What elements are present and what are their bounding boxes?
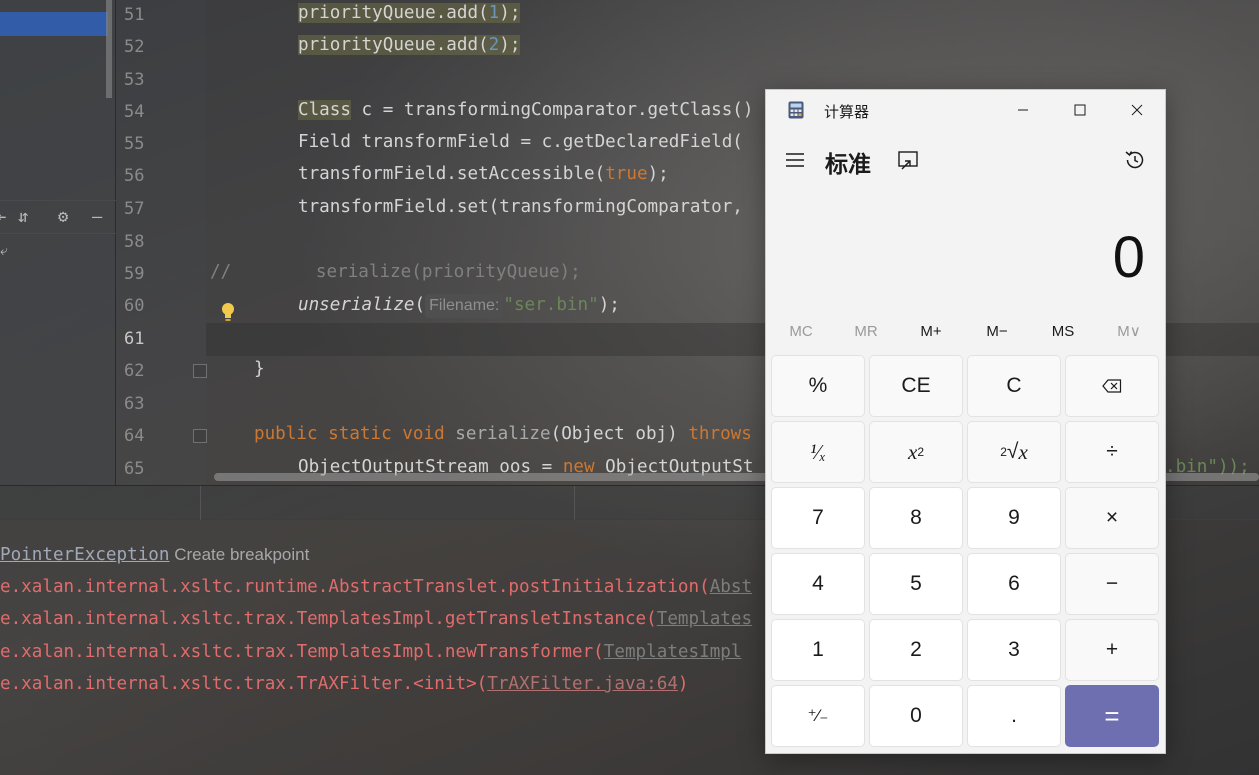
memory-subtract-button[interactable]: M−	[967, 316, 1027, 348]
line-number: 53	[124, 70, 145, 90]
reciprocal-button[interactable]: ¹⁄ₓ	[771, 421, 865, 483]
fold-start-icon[interactable]	[193, 429, 207, 443]
digit-1-button[interactable]: 1	[771, 619, 865, 681]
line-number: 64	[124, 426, 145, 446]
digit-6-button[interactable]: 6	[967, 553, 1061, 615]
digit-7-button[interactable]: 7	[771, 487, 865, 549]
lightbulb-icon[interactable]	[220, 302, 236, 322]
square-button[interactable]: x2	[869, 421, 963, 483]
stack-link[interactable]: Abst	[710, 577, 752, 597]
equals-button[interactable]: =	[1065, 685, 1159, 747]
code-line-54[interactable]: Class c = transformingComparator.getClas…	[298, 100, 753, 120]
console-line-stack: e.xalan.internal.xsltc.trax.TrAXFilter.<…	[0, 674, 689, 694]
backspace-icon	[1102, 379, 1122, 393]
subtract-button[interactable]: −	[1065, 553, 1159, 615]
memory-recall-button[interactable]: MR	[836, 316, 896, 348]
calculator-app-icon	[788, 101, 804, 119]
panel-toolbar: ⇤ ⇵ ⚙ —	[0, 200, 116, 234]
console-line-stack: e.xalan.internal.xsltc.runtime.AbstractT…	[0, 577, 753, 597]
calculator-window: 计算器 标准 0 MC MR M+ M− MS M∨ % CE C ¹⁄ₓ x …	[765, 89, 1166, 754]
panel-scrollbar[interactable]	[106, 0, 112, 98]
parameter-hint: Filename:	[425, 294, 504, 318]
digit-9-button[interactable]: 9	[967, 487, 1061, 549]
memory-clear-button[interactable]: MC	[771, 316, 831, 348]
multiply-button[interactable]: ×	[1065, 487, 1159, 549]
square-icon: x	[907, 439, 918, 464]
code-line-52[interactable]: priorityQueue.add(2);	[298, 35, 521, 55]
backspace-button[interactable]	[1065, 355, 1159, 417]
console-line-stack: e.xalan.internal.xsltc.trax.TemplatesImp…	[0, 609, 753, 629]
stack-link[interactable]: TemplatesImpl	[604, 642, 742, 662]
selected-tree-item[interactable]	[0, 12, 108, 36]
code-line-60[interactable]: unserialize(Filename: "ser.bin");	[298, 294, 620, 318]
decimal-button[interactable]: .	[967, 685, 1061, 747]
gear-icon[interactable]: ⚙	[58, 207, 68, 227]
hamburger-menu-icon[interactable]	[784, 150, 806, 170]
percent-button[interactable]: %	[771, 355, 865, 417]
console-line-stack: e.xalan.internal.xsltc.trax.TemplatesImp…	[0, 642, 742, 662]
collapse-icon[interactable]: ⇤	[0, 207, 6, 227]
memory-row: MC MR M+ M− MS M∨	[771, 316, 1161, 348]
code-line-56[interactable]: transformField.setAccessible(true);	[298, 164, 669, 184]
line-number: 57	[124, 199, 145, 219]
project-panel: ⇤ ⇵ ⚙ — ⤶	[0, 0, 116, 485]
code-line-55[interactable]: Field transformField = c.getDeclaredFiel…	[298, 132, 743, 152]
line-number: 52	[124, 37, 145, 57]
exception-link[interactable]: PointerException	[0, 545, 169, 565]
stack-link[interactable]: Templates	[657, 609, 752, 629]
line-number: 59	[124, 264, 145, 284]
line-number: 61	[124, 329, 145, 349]
negate-button[interactable]: ⁺⁄₋	[771, 685, 865, 747]
window-title: 计算器	[824, 103, 870, 121]
code-line-62[interactable]: }	[254, 359, 265, 379]
maximize-button[interactable]	[1051, 90, 1108, 130]
digit-0-button[interactable]: 0	[869, 685, 963, 747]
line-number: 51	[124, 5, 145, 25]
divide-button[interactable]: ÷	[1065, 421, 1159, 483]
close-button[interactable]	[1108, 90, 1165, 130]
line-number: 65	[124, 459, 145, 479]
minimize-button[interactable]	[994, 90, 1051, 130]
digit-3-button[interactable]: 3	[967, 619, 1061, 681]
digit-8-button[interactable]: 8	[869, 487, 963, 549]
expand-icon[interactable]: ⇵	[18, 207, 28, 227]
line-number: 55	[124, 134, 145, 154]
stack-link[interactable]: TrAXFilter.java:64	[487, 674, 678, 694]
memory-store-button[interactable]: MS	[1033, 316, 1093, 348]
line-number: 62	[124, 361, 145, 381]
line-number: 58	[124, 232, 145, 252]
digit-4-button[interactable]: 4	[771, 553, 865, 615]
fold-end-icon[interactable]	[193, 364, 207, 378]
code-line-51[interactable]: priorityQueue.add(1);	[298, 3, 521, 23]
line-number: 63	[124, 394, 145, 414]
maximize-icon	[1074, 104, 1085, 116]
console-line-exception: PointerException Create breakpoint	[0, 545, 309, 565]
clear-button[interactable]: C	[967, 355, 1061, 417]
keep-on-top-icon[interactable]	[896, 149, 920, 173]
line-number: 54	[124, 102, 145, 122]
code-line-64[interactable]: public static void serialize(Object obj)…	[254, 424, 752, 444]
calculator-header: 标准	[766, 138, 1165, 186]
result-display: 0	[1112, 225, 1145, 290]
close-icon	[1131, 104, 1142, 116]
code-line-59[interactable]: // serialize(priorityQueue);	[210, 262, 581, 282]
clear-entry-button[interactable]: CE	[869, 355, 963, 417]
memory-list-button[interactable]: M∨	[1099, 316, 1159, 348]
code-line-57[interactable]: transformField.set(transformingComparato…	[298, 197, 743, 217]
minimize-panel-icon[interactable]: —	[92, 207, 102, 227]
mode-title: 标准	[825, 152, 871, 178]
minimize-icon	[1017, 109, 1028, 111]
line-number: 56	[124, 166, 145, 186]
memory-add-button[interactable]: M+	[901, 316, 961, 348]
square-root-icon: √	[1006, 440, 1019, 463]
create-breakpoint-link[interactable]: Create breakpoint	[169, 545, 309, 564]
digit-2-button[interactable]: 2	[869, 619, 963, 681]
line-number: 60	[124, 296, 145, 316]
digit-5-button[interactable]: 5	[869, 553, 963, 615]
history-icon[interactable]	[1123, 148, 1147, 172]
panel-row-icon[interactable]: ⤶	[0, 243, 8, 259]
add-button[interactable]: +	[1065, 619, 1159, 681]
calculator-titlebar[interactable]: 计算器	[766, 90, 1165, 130]
square-root-button[interactable]: 2 √ x	[967, 421, 1061, 483]
